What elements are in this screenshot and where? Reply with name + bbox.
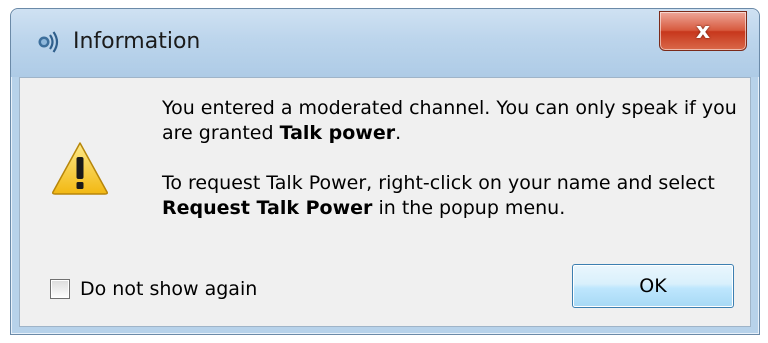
warning-icon <box>52 142 108 195</box>
message-paragraph-1: You entered a moderated channel. You can… <box>162 97 737 144</box>
close-icon: x <box>695 18 711 44</box>
do-not-show-again-checkbox[interactable] <box>50 279 70 299</box>
window-title: Information <box>73 29 201 54</box>
ok-button[interactable]: OK <box>572 264 734 308</box>
do-not-show-again-option[interactable]: Do not show again <box>50 278 257 300</box>
teamspeak-icon <box>38 31 59 53</box>
talk-power-emphasis: Talk power <box>279 122 396 144</box>
dialog-body: You entered a moderated channel. You can… <box>19 77 751 327</box>
dialog-window: Information x You entered a moderated ch… <box>10 8 760 335</box>
close-button[interactable]: x <box>659 11 747 51</box>
request-talk-power-emphasis: Request Talk Power <box>162 197 373 219</box>
message-paragraph-2: To request Talk Power, right-click on yo… <box>162 172 715 219</box>
do-not-show-again-label: Do not show again <box>80 278 258 300</box>
dialog-message: You entered a moderated channel. You can… <box>162 96 742 221</box>
title-bar[interactable]: Information x <box>11 9 759 77</box>
